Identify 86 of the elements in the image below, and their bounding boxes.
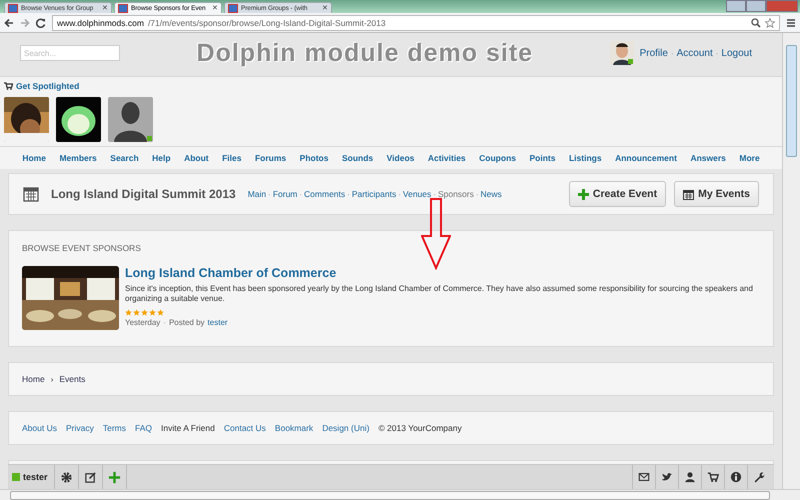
- breadcrumb-link[interactable]: Home: [22, 374, 45, 384]
- nav-link[interactable]: More: [739, 153, 760, 163]
- separator-dot: ·: [716, 48, 718, 58]
- separator-dot: ·: [163, 318, 166, 327]
- bird-icon[interactable]: [661, 471, 674, 483]
- arrow-annotation: [421, 198, 451, 270]
- nav-link[interactable]: Points: [529, 153, 556, 163]
- event-tab[interactable]: News: [480, 189, 502, 199]
- calendar-icon: [23, 186, 39, 202]
- person-icon[interactable]: [684, 471, 696, 483]
- separator-dot: ·: [670, 48, 674, 58]
- maximize-button[interactable]: [746, 0, 766, 12]
- nav-link[interactable]: Announcement: [615, 153, 677, 163]
- footer-link[interactable]: Contact Us: [224, 423, 266, 433]
- horizontal-scrollbar[interactable]: [0, 489, 800, 500]
- edit-icon[interactable]: [84, 470, 97, 484]
- footer-link[interactable]: About Us: [22, 423, 57, 433]
- plus-icon[interactable]: [108, 470, 121, 484]
- create-event-button[interactable]: Create Event: [568, 181, 666, 207]
- nav-link[interactable]: Files: [222, 153, 242, 163]
- nav-link[interactable]: Sounds: [342, 153, 374, 163]
- separator-dot: ·: [433, 190, 436, 198]
- search-field[interactable]: Search...: [20, 45, 120, 61]
- cart-icon[interactable]: [707, 471, 720, 483]
- reload-icon[interactable]: [36, 18, 46, 28]
- vertical-scrollbar[interactable]: [782, 33, 800, 489]
- wrench-icon[interactable]: [753, 471, 766, 483]
- author-link[interactable]: tester: [208, 318, 228, 327]
- online-indicator: [628, 59, 633, 64]
- address-bar[interactable]: www.dolphinmods.com /71/m/events/sponsor/browse/Long-Island-Digital-Summit-2013: [52, 14, 780, 30]
- site-title: Dolphin module demo site: [196, 38, 534, 68]
- separator-dot: ·: [299, 190, 302, 198]
- info-icon[interactable]: [730, 471, 742, 483]
- minimize-button[interactable]: [726, 0, 746, 12]
- settings-icon[interactable]: [60, 470, 73, 484]
- copyright-text: © 2013 YourCompany: [378, 423, 462, 433]
- envelope-icon[interactable]: [638, 471, 650, 483]
- cart-icon: [4, 82, 13, 90]
- separator-dot: ·: [398, 190, 401, 198]
- nav-link[interactable]: Listings: [568, 153, 602, 163]
- footer-link[interactable]: Invite A Friend: [161, 423, 215, 433]
- username[interactable]: tester: [23, 472, 48, 482]
- star-icon[interactable]: [765, 18, 775, 28]
- nav-link[interactable]: Answers: [690, 153, 726, 163]
- event-tab[interactable]: Participants: [352, 189, 396, 199]
- footer-link[interactable]: Privacy: [66, 423, 94, 433]
- event-tab[interactable]: Main: [248, 189, 266, 199]
- nav-link[interactable]: Members: [59, 153, 97, 163]
- zoom-icon[interactable]: [751, 18, 761, 28]
- nav-link[interactable]: Activities: [428, 153, 466, 163]
- nav-link[interactable]: Help: [152, 153, 171, 163]
- user-link[interactable]: Profile: [640, 48, 668, 58]
- event-tab[interactable]: Venues: [402, 189, 432, 199]
- footer-link[interactable]: Terms: [102, 423, 126, 433]
- breadcrumb-link[interactable]: Events: [59, 374, 86, 384]
- footer-link[interactable]: Design (Uni): [322, 423, 370, 433]
- back-icon[interactable]: [4, 18, 14, 28]
- footer-link[interactable]: Bookmark: [274, 423, 314, 433]
- event-tab[interactable]: Sponsors: [438, 189, 474, 199]
- footer-link[interactable]: FAQ: [134, 423, 152, 433]
- event-title: Long Island Digital Summit 2013: [51, 187, 236, 201]
- nav-link[interactable]: About: [184, 153, 209, 163]
- separator-dot: ·: [476, 190, 479, 198]
- user-link[interactable]: Account: [676, 48, 713, 58]
- calendar-icon: [683, 188, 694, 200]
- post-date: Yesterday: [125, 318, 160, 327]
- sponsor-title-link[interactable]: Long Island Chamber of Commerce: [125, 266, 760, 280]
- sponsor-description: Since it's inception, this Event has been sponsored yearly by the Long Island Chamber of Commerce. They have also assumed some responsibility for sourcing the speakers and organizing a suitable venue.: [125, 284, 754, 305]
- my-events-button[interactable]: My Events: [674, 181, 760, 207]
- spotlight-link[interactable]: Get Spotlighted: [16, 81, 80, 91]
- user-link[interactable]: Logout: [721, 48, 752, 58]
- event-tab[interactable]: Forum: [272, 189, 298, 199]
- nav-link[interactable]: Coupons: [479, 153, 516, 163]
- nav-link[interactable]: Home: [22, 153, 46, 163]
- plus-icon: [578, 188, 589, 200]
- separator-dot: ·: [347, 190, 350, 198]
- posted-by-label: Posted by: [168, 318, 205, 327]
- event-tab[interactable]: Comments: [304, 189, 346, 199]
- breadcrumb-separator: ›: [50, 374, 54, 384]
- section-heading: BROWSE EVENT SPONSORS: [22, 243, 142, 253]
- nav-link[interactable]: Forums: [254, 153, 286, 163]
- nav-link[interactable]: Videos: [386, 153, 414, 163]
- nav-link[interactable]: Search: [110, 153, 139, 163]
- menu-icon[interactable]: [786, 18, 796, 28]
- nav-link[interactable]: Photos: [300, 153, 328, 163]
- separator-dot: ·: [268, 190, 271, 198]
